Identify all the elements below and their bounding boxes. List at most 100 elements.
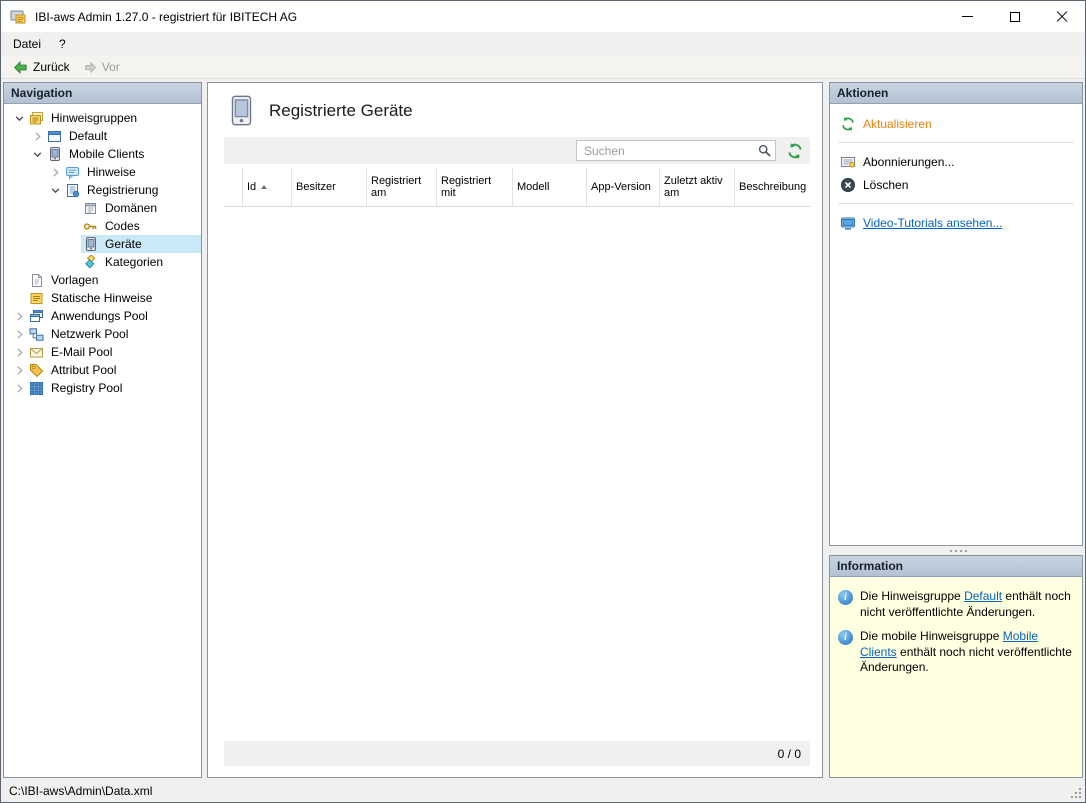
nav-item-attribut-pool[interactable]: Attribut Pool xyxy=(4,361,201,379)
chevron-expanded-icon[interactable] xyxy=(11,110,27,126)
forward-label: Vor xyxy=(102,60,120,74)
nav-item-codes[interactable]: Codes xyxy=(4,217,201,235)
info-icon xyxy=(838,590,853,605)
column-header-besitzer[interactable]: Besitzer xyxy=(292,168,367,206)
window-controls xyxy=(944,1,1085,32)
nav-item-label: Registrierung xyxy=(84,183,161,197)
nav-item-mobile-clients[interactable]: Mobile Clients xyxy=(4,145,201,163)
table-footer: 0 / 0 xyxy=(224,741,810,766)
column-header-zuletzt-aktiv-am[interactable]: Zuletzt aktiv am xyxy=(660,168,735,206)
search-input[interactable] xyxy=(577,141,753,160)
nav-item-label: Codes xyxy=(102,219,143,233)
app-icon[interactable] xyxy=(10,8,27,25)
column-label: App-Version xyxy=(591,181,651,193)
nav-item-netzwerk-pool[interactable]: Netzwerk Pool xyxy=(4,325,201,343)
resize-grip-icon[interactable] xyxy=(1069,786,1081,798)
nav-item-hinweisgruppen[interactable]: Hinweisgruppen xyxy=(4,109,201,127)
action-aktualisieren[interactable]: Aktualisieren xyxy=(830,112,1082,135)
nav-item-label: Statische Hinweise xyxy=(48,291,155,305)
refresh-icon xyxy=(839,115,856,132)
panel-splitter[interactable] xyxy=(829,546,1083,555)
chevron-collapsed-icon[interactable] xyxy=(11,326,27,342)
nav-item-label: Hinweisgruppen xyxy=(48,111,140,125)
navigation-panel: Navigation Hinweisgruppen Default Mobile… xyxy=(3,82,202,778)
nav-item-vorlagen[interactable]: Vorlagen xyxy=(4,271,201,289)
nav-item-domaenen[interactable]: Domänen xyxy=(4,199,201,217)
menubar: Datei ? xyxy=(1,32,1085,56)
info-note-default: Die Hinweisgruppe Default enthält noch n… xyxy=(837,580,1075,620)
chevron-collapsed-icon[interactable] xyxy=(29,128,45,144)
column-header-beschreibung[interactable]: Beschreibung xyxy=(735,168,810,206)
minimize-icon xyxy=(962,16,973,17)
note-text: Die Hinweisgruppe Default enthält noch n… xyxy=(860,589,1074,620)
search-box xyxy=(576,140,776,161)
refresh-icon[interactable] xyxy=(785,141,805,161)
window-title: IBI-aws Admin 1.27.0 - registriert für I… xyxy=(35,10,297,24)
chevron-none xyxy=(11,290,27,306)
search-icon[interactable] xyxy=(753,144,775,157)
close-button[interactable] xyxy=(1038,1,1085,32)
nav-item-label: Vorlagen xyxy=(48,273,101,287)
chevron-collapsed-icon[interactable] xyxy=(11,344,27,360)
chevron-expanded-icon[interactable] xyxy=(47,182,63,198)
app-windows-icon xyxy=(28,308,45,324)
hint-bubble-icon xyxy=(64,164,81,180)
search-toolbar xyxy=(224,137,810,164)
column-header-modell[interactable]: Modell xyxy=(513,168,587,206)
action-loeschen[interactable]: Löschen xyxy=(830,173,1082,196)
note-text: Die mobile Hinweisgruppe Mobile Clients … xyxy=(860,629,1074,676)
column-header-registriert-mit[interactable]: Registriert mit xyxy=(437,168,513,206)
nav-item-hinweise[interactable]: Hinweise xyxy=(4,163,201,181)
information-list: Die Hinweisgruppe Default enthält noch n… xyxy=(830,577,1082,777)
separator xyxy=(838,203,1074,204)
categories-tags-icon xyxy=(82,254,99,270)
column-header-blank[interactable] xyxy=(224,168,243,206)
nav-item-default[interactable]: Default xyxy=(4,127,201,145)
table-body[interactable] xyxy=(224,207,810,741)
nav-item-label: Mobile Clients xyxy=(66,147,147,161)
note-prefix: Die mobile Hinweisgruppe xyxy=(860,629,1003,643)
device-list: Id Besitzer Registriert am Registriert m… xyxy=(224,137,810,766)
column-header-app-version[interactable]: App-Version xyxy=(587,168,660,206)
back-button[interactable]: Zurück xyxy=(6,59,77,76)
nav-item-registrierung[interactable]: Registrierung xyxy=(4,181,201,199)
minimize-button[interactable] xyxy=(944,1,991,32)
menu-help[interactable]: ? xyxy=(50,32,75,56)
action-abonnierungen[interactable]: Abonnierungen... xyxy=(830,150,1082,173)
nav-item-registry-pool[interactable]: Registry Pool xyxy=(4,379,201,397)
titlebar[interactable]: IBI-aws Admin 1.27.0 - registriert für I… xyxy=(1,1,1085,32)
chevron-collapsed-icon[interactable] xyxy=(47,164,63,180)
nav-item-label: Anwendungs Pool xyxy=(48,309,151,323)
menu-datei[interactable]: Datei xyxy=(4,32,50,56)
nav-item-label: Hinweise xyxy=(84,165,139,179)
chevron-collapsed-icon[interactable] xyxy=(11,380,27,396)
default-group-link[interactable]: Default xyxy=(964,589,1002,603)
nav-item-kategorien[interactable]: Kategorien xyxy=(4,253,201,271)
column-label: Beschreibung xyxy=(739,181,806,193)
maximize-button[interactable] xyxy=(991,1,1038,32)
nav-item-label: Netzwerk Pool xyxy=(48,327,131,341)
chevron-expanded-icon[interactable] xyxy=(29,146,45,162)
forward-button[interactable]: Vor xyxy=(77,59,127,75)
nav-item-anwendungs-pool[interactable]: Anwendungs Pool xyxy=(4,307,201,325)
column-header-registriert-am[interactable]: Registriert am xyxy=(367,168,437,206)
registration-form-icon xyxy=(64,182,81,198)
nav-item-email-pool[interactable]: E-Mail Pool xyxy=(4,343,201,361)
info-icon xyxy=(838,630,853,645)
actions-header: Aktionen xyxy=(830,83,1082,104)
chevron-collapsed-icon[interactable] xyxy=(11,362,27,378)
attribute-tag-icon xyxy=(28,362,45,378)
subscriptions-icon xyxy=(839,153,856,170)
notes-group-icon xyxy=(28,110,45,126)
column-label: Id xyxy=(247,181,256,193)
back-icon xyxy=(13,60,28,75)
nav-item-geraete[interactable]: Geräte xyxy=(4,235,201,253)
action-video-tutorials[interactable]: Video-Tutorials ansehen... xyxy=(830,211,1082,234)
nav-item-statische-hinweise[interactable]: Statische Hinweise xyxy=(4,289,201,307)
chevron-collapsed-icon[interactable] xyxy=(11,308,27,324)
maximize-icon xyxy=(1010,12,1020,22)
column-header-id[interactable]: Id xyxy=(243,168,292,206)
column-label: Besitzer xyxy=(296,181,336,193)
action-label: Video-Tutorials ansehen... xyxy=(863,216,1002,230)
nav-item-label: Attribut Pool xyxy=(48,363,119,377)
